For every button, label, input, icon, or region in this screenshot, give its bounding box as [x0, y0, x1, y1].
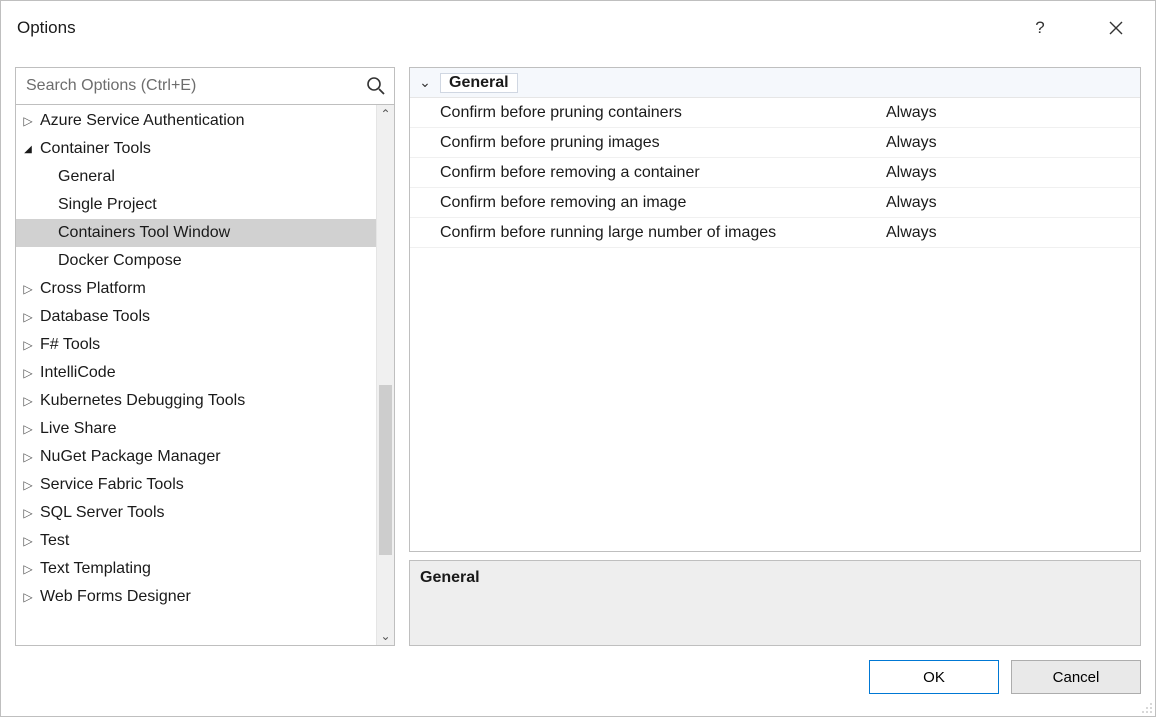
tree-item[interactable]: General	[16, 163, 376, 191]
tree-item[interactable]: Containers Tool Window	[16, 219, 376, 247]
help-button[interactable]: ?	[1017, 12, 1063, 44]
expander-closed-icon[interactable]: ▷	[20, 338, 36, 352]
tree-item[interactable]: ▷SQL Server Tools	[16, 499, 376, 527]
scroll-down-icon[interactable]: ⌄	[377, 627, 394, 645]
property-label: Confirm before pruning containers	[410, 104, 880, 122]
property-category-label: General	[440, 73, 518, 93]
expander-closed-icon[interactable]: ▷	[20, 590, 36, 604]
tree-item-label: Kubernetes Debugging Tools	[36, 392, 245, 410]
property-label: Confirm before removing a container	[410, 164, 880, 182]
tree-item-label: Live Share	[36, 420, 117, 438]
tree-item-label: Single Project	[54, 196, 157, 214]
tree-item[interactable]: Single Project	[16, 191, 376, 219]
tree-item[interactable]: ▷Service Fabric Tools	[16, 471, 376, 499]
tree-scrollbar[interactable]: ⌃ ⌄	[376, 105, 394, 645]
dialog-footer: OK Cancel	[1, 652, 1155, 716]
expander-closed-icon[interactable]: ▷	[20, 114, 36, 128]
ok-button[interactable]: OK	[869, 660, 999, 694]
expander-closed-icon[interactable]: ▷	[20, 562, 36, 576]
tree-item-label: SQL Server Tools	[36, 504, 165, 522]
property-label: Confirm before pruning images	[410, 134, 880, 152]
tree-item-label: Container Tools	[36, 140, 151, 158]
expander-closed-icon[interactable]: ▷	[20, 534, 36, 548]
resize-grip-icon[interactable]	[1139, 700, 1153, 714]
window-title: Options	[17, 18, 1017, 38]
scroll-thumb[interactable]	[379, 385, 392, 555]
tree-item-label: Service Fabric Tools	[36, 476, 184, 494]
tree-item-label: Docker Compose	[54, 252, 182, 270]
property-value[interactable]: Always	[880, 164, 1140, 182]
property-row[interactable]: Confirm before running large number of i…	[410, 218, 1140, 248]
expander-closed-icon[interactable]: ▷	[20, 394, 36, 408]
tree-item-label: Containers Tool Window	[54, 224, 230, 242]
tree-item[interactable]: ▷Live Share	[16, 415, 376, 443]
tree-item-label: General	[54, 168, 115, 186]
tree-item[interactable]: ▷Kubernetes Debugging Tools	[16, 387, 376, 415]
property-value[interactable]: Always	[880, 104, 1140, 122]
tree-item-label: Azure Service Authentication	[36, 112, 245, 130]
property-description-panel: General	[409, 560, 1141, 646]
tree-item[interactable]: ▷Cross Platform	[16, 275, 376, 303]
property-row[interactable]: Confirm before pruning imagesAlways	[410, 128, 1140, 158]
options-dialog: Options ? ▷Azure Service Authentication◢…	[0, 0, 1156, 717]
tree-item[interactable]: ▷Test	[16, 527, 376, 555]
tree-item-label: F# Tools	[36, 336, 100, 354]
tree-item-label: IntelliCode	[36, 364, 116, 382]
tree-item[interactable]: Docker Compose	[16, 247, 376, 275]
tree-item[interactable]: ▷Web Forms Designer	[16, 583, 376, 611]
close-button[interactable]	[1093, 12, 1139, 44]
expander-closed-icon[interactable]: ▷	[20, 282, 36, 296]
tree-item[interactable]: ◢Container Tools	[16, 135, 376, 163]
tree-item-label: NuGet Package Manager	[36, 448, 221, 466]
tree-item[interactable]: ▷Text Templating	[16, 555, 376, 583]
tree-item-label: Web Forms Designer	[36, 588, 191, 606]
left-pane: ▷Azure Service Authentication◢Container …	[15, 67, 395, 646]
expander-closed-icon[interactable]: ▷	[20, 478, 36, 492]
property-grid: ⌄ General Confirm before pruning contain…	[409, 67, 1141, 552]
tree-item-label: Test	[36, 532, 69, 550]
tree-item-label: Text Templating	[36, 560, 151, 578]
scroll-up-icon[interactable]: ⌃	[377, 105, 394, 123]
tree-item[interactable]: ▷IntelliCode	[16, 359, 376, 387]
property-row[interactable]: Confirm before removing a containerAlway…	[410, 158, 1140, 188]
property-description-title: General	[420, 569, 1130, 587]
property-row[interactable]: Confirm before removing an imageAlways	[410, 188, 1140, 218]
titlebar: Options ?	[1, 1, 1155, 55]
tree-item[interactable]: ▷NuGet Package Manager	[16, 443, 376, 471]
property-row[interactable]: Confirm before pruning containersAlways	[410, 98, 1140, 128]
property-value[interactable]: Always	[880, 224, 1140, 242]
chevron-down-icon[interactable]: ⌄	[410, 74, 440, 91]
options-tree-wrap: ▷Azure Service Authentication◢Container …	[15, 105, 395, 646]
search-input[interactable]	[24, 76, 366, 96]
expander-closed-icon[interactable]: ▷	[20, 506, 36, 520]
right-pane: ⌄ General Confirm before pruning contain…	[409, 67, 1141, 646]
tree-item[interactable]: ▷Database Tools	[16, 303, 376, 331]
close-icon	[1109, 21, 1123, 35]
tree-item-label: Cross Platform	[36, 280, 146, 298]
options-tree[interactable]: ▷Azure Service Authentication◢Container …	[16, 105, 376, 645]
expander-closed-icon[interactable]: ▷	[20, 422, 36, 436]
property-category-row[interactable]: ⌄ General	[410, 68, 1140, 98]
tree-item[interactable]: ▷F# Tools	[16, 331, 376, 359]
tree-item[interactable]: ▷Azure Service Authentication	[16, 107, 376, 135]
expander-closed-icon[interactable]: ▷	[20, 450, 36, 464]
tree-item-label: Database Tools	[36, 308, 150, 326]
property-value[interactable]: Always	[880, 194, 1140, 212]
search-wrap	[15, 67, 395, 105]
property-label: Confirm before running large number of i…	[410, 224, 880, 242]
expander-closed-icon[interactable]: ▷	[20, 366, 36, 380]
dialog-body: ▷Azure Service Authentication◢Container …	[1, 55, 1155, 652]
expander-closed-icon[interactable]: ▷	[20, 310, 36, 324]
cancel-button[interactable]: Cancel	[1011, 660, 1141, 694]
property-label: Confirm before removing an image	[410, 194, 880, 212]
search-icon[interactable]	[366, 76, 386, 96]
expander-open-icon[interactable]: ◢	[20, 144, 36, 155]
property-value[interactable]: Always	[880, 134, 1140, 152]
